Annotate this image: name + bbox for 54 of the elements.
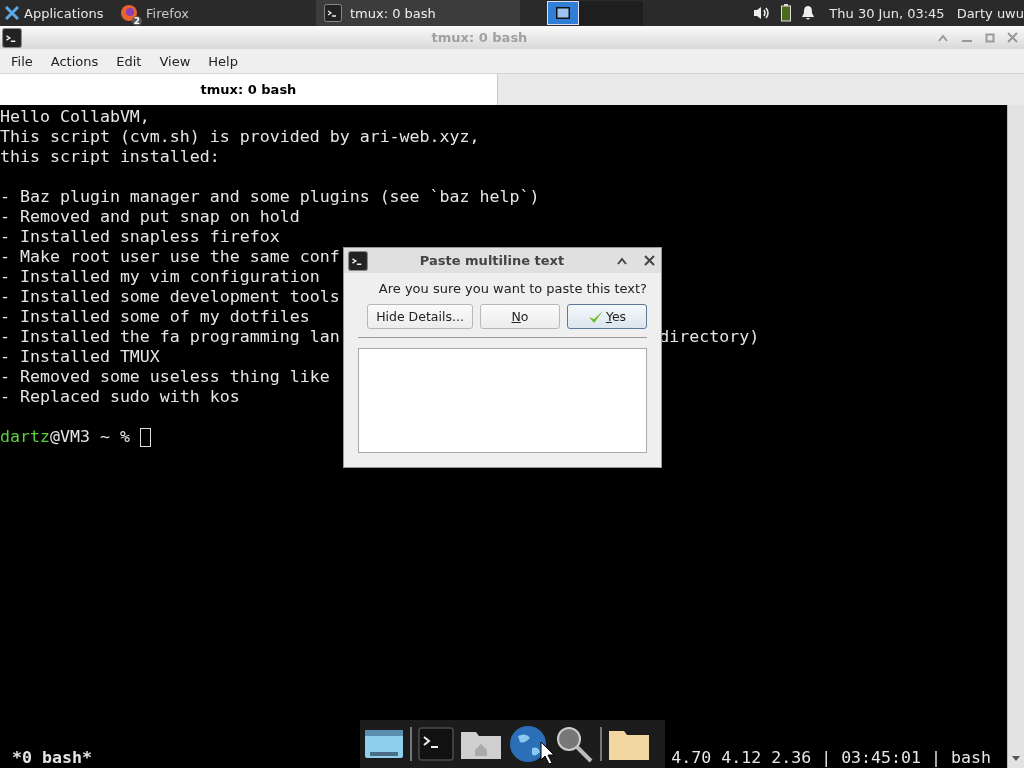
terminal-icon[interactable] — [418, 727, 454, 761]
shell-prompt: dartz@VM3 ~ % — [0, 427, 131, 447]
count-badge: 2 — [131, 16, 142, 26]
menu-item[interactable]: Edit — [107, 53, 151, 69]
tmux-status: 4.70 4.12 2.36 | 03:45:01 | bash — [671, 747, 991, 767]
yes-button[interactable]: Yes — [567, 304, 647, 329]
shade-icon[interactable] — [616, 255, 628, 266]
terminal-line: - Removed some useless thing like — [0, 367, 330, 387]
dialog-button[interactable]: Hide Details... — [367, 304, 473, 329]
scrollbar[interactable] — [1007, 105, 1024, 768]
mouse-pointer-icon — [540, 741, 556, 765]
terminal-icon — [324, 4, 342, 22]
window-title: tmux: 0 bash — [430, 30, 529, 45]
terminal-line: - Replaced sudo with kos — [0, 387, 240, 407]
battery-icon[interactable] — [781, 4, 792, 22]
terminal-line: - Make root user use the same conf — [0, 247, 340, 267]
menu-item[interactable]: Actions — [41, 53, 108, 69]
check-icon — [587, 309, 604, 324]
terminal-line: This script (cvm.sh) is provided by ari-web.xyz, — [0, 127, 480, 147]
close-icon[interactable] — [644, 255, 655, 266]
terminal-line: - Installed snapless firefox — [0, 227, 280, 247]
applications-menu[interactable]: Applications — [0, 0, 112, 26]
terminal-line: - Installed the fa programming lan — [0, 327, 340, 347]
menu-item[interactable]: View — [150, 53, 200, 69]
search-icon[interactable] — [554, 725, 594, 763]
user-name[interactable]: Darty uwu — [956, 5, 1024, 21]
dialog-button[interactable]: No — [480, 304, 560, 329]
down-arrow-icon[interactable] — [1011, 754, 1021, 762]
menu-item[interactable]: File — [2, 53, 42, 69]
terminal-line: - Installed my vim configuration — [0, 267, 320, 287]
bell-icon[interactable] — [801, 5, 816, 21]
terminal-line: - Installed some development tools — [0, 287, 340, 307]
clock[interactable]: Thu 30 Jun, 03:45 — [829, 5, 945, 21]
terminal-icon — [348, 250, 368, 271]
terminal-line: - Removed and put snap on hold — [0, 207, 300, 227]
terminal-line: Hello CollabVM, — [0, 107, 150, 127]
volume-icon[interactable] — [753, 5, 772, 21]
terminal-line: - Installed some of my dotfiles — [0, 307, 310, 327]
tab[interactable]: tmux: 0 bash — [0, 74, 498, 105]
taskbar-button[interactable]: tmux: 0 bash — [316, 0, 520, 26]
globe-icon[interactable] — [508, 724, 548, 764]
terminal-line: this script installed: — [0, 147, 220, 167]
desktop-icon[interactable] — [364, 728, 404, 760]
dialog-message: Are you sure you want to paste this text? — [377, 281, 647, 296]
menu-item[interactable]: Help — [199, 53, 247, 69]
browser-icon — [120, 4, 138, 22]
x-logo-icon — [4, 5, 20, 21]
tmux-window-label: *0 bash* — [11, 747, 92, 767]
cursor — [139, 428, 151, 447]
window-icon — [556, 7, 571, 19]
terminal-line: directory) — [659, 327, 760, 347]
terminal-line: - Baz plugin manager and some plugins (see `baz help`) — [0, 187, 540, 207]
dialog-title: Paste multiline text — [418, 253, 566, 268]
terminal-line: - Installed TMUX — [0, 347, 160, 367]
